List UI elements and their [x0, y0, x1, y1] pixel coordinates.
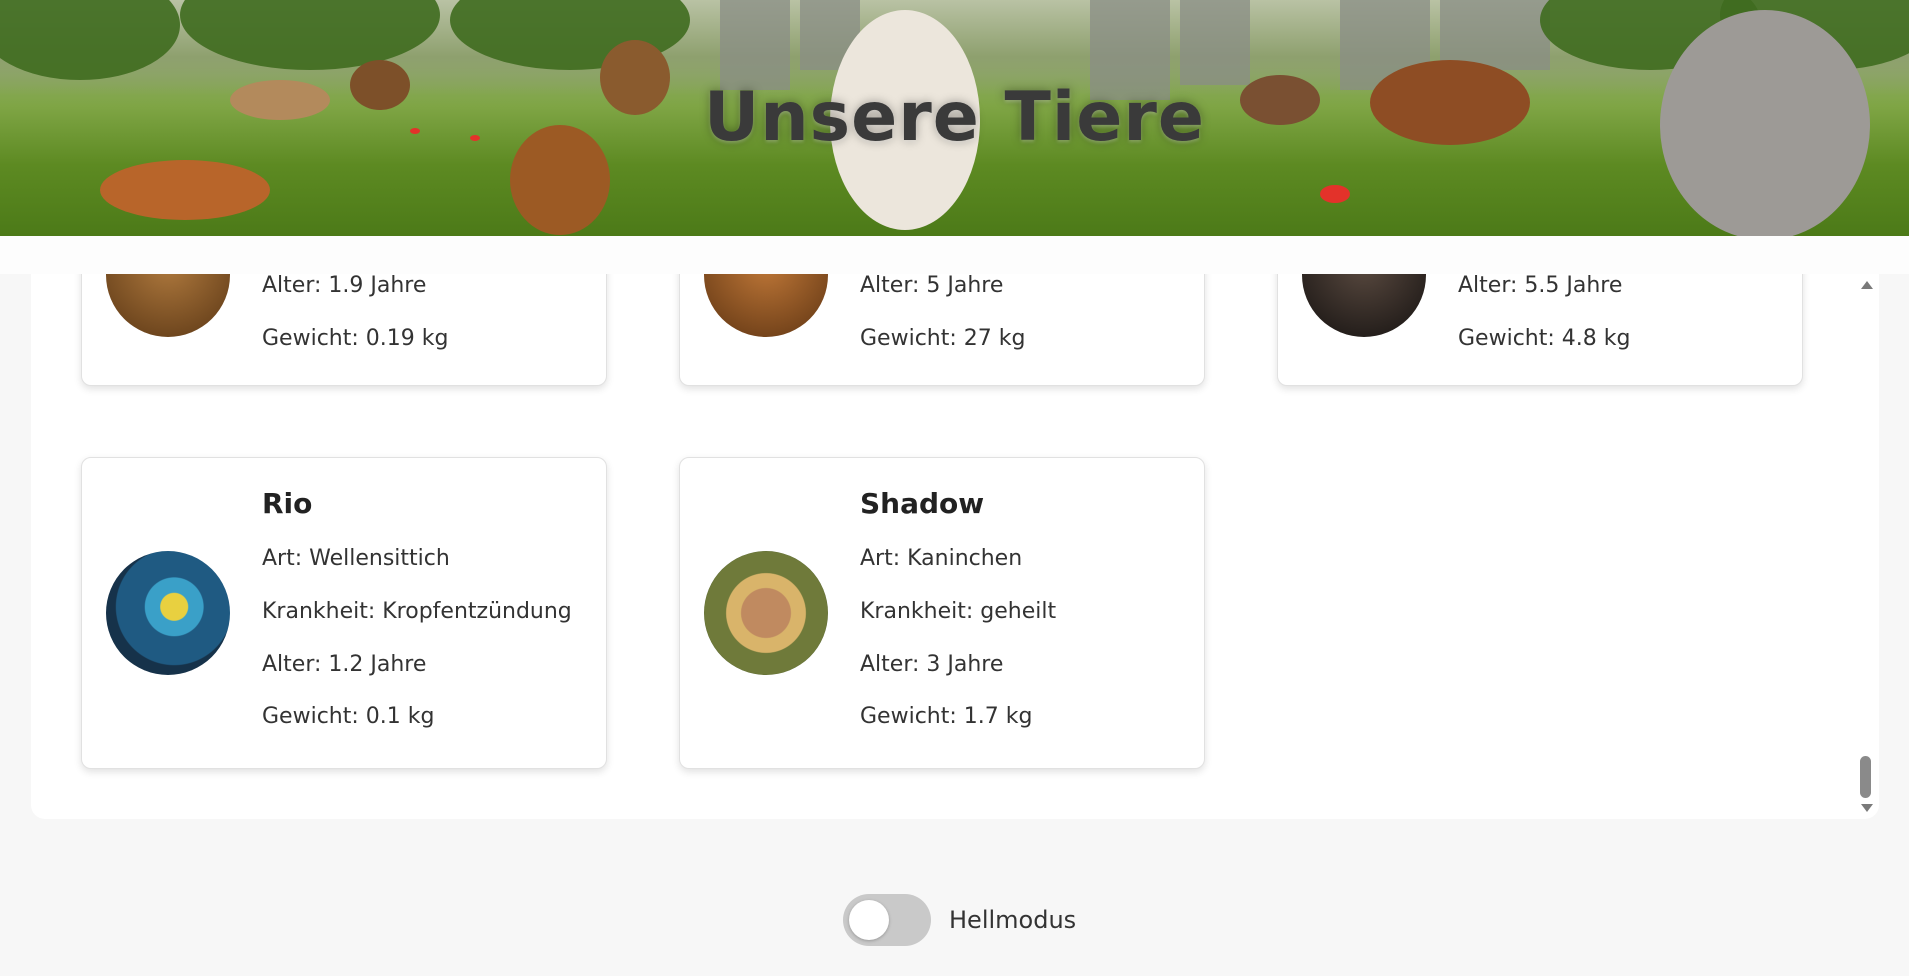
scroll-up-arrow-icon[interactable] [1861, 281, 1873, 289]
theme-toggle-label: Hellmodus [949, 906, 1077, 934]
animal-avatar [1302, 274, 1426, 337]
animal-age: Alter: 5.5 Jahre [1458, 274, 1623, 298]
list-scrollbar[interactable] [1855, 274, 1877, 819]
animal-age: Alter: 1.2 Jahre [262, 652, 427, 677]
animal-illness: Krankheit: geheilt [860, 599, 1057, 624]
animal-weight: Gewicht: 1.7 kg [860, 704, 1033, 729]
animal-name: Rio [262, 487, 313, 520]
header-band [0, 236, 1909, 274]
toggle-knob [849, 900, 889, 940]
animal-card[interactable]: Alter: 1.9 Jahre Gewicht: 0.19 kg [81, 274, 607, 386]
rabbit-avatar [704, 551, 828, 675]
animal-card[interactable]: Shadow Art: Kaninchen Krankheit: geheilt… [679, 457, 1205, 769]
scroll-down-arrow-icon[interactable] [1861, 804, 1873, 812]
animal-list[interactable]: Alter: 1.9 Jahre Gewicht: 0.19 kg Alter:… [31, 274, 1879, 819]
animal-card[interactable]: Alter: 5 Jahre Gewicht: 27 kg [679, 274, 1205, 386]
animal-weight: Gewicht: 27 kg [860, 326, 1026, 351]
animal-name: Shadow [860, 487, 985, 520]
animal-weight: Gewicht: 4.8 kg [1458, 326, 1631, 351]
theme-toggle-switch[interactable] [843, 894, 931, 946]
scrollbar-thumb[interactable] [1860, 756, 1871, 798]
banner-flower [1320, 185, 1350, 203]
animal-avatar [106, 274, 230, 337]
animal-age: Alter: 3 Jahre [860, 652, 1004, 677]
animal-age: Alter: 1.9 Jahre [262, 274, 427, 298]
animal-species: Art: Wellensittich [262, 546, 450, 571]
page-title: Unsere Tiere [703, 78, 1205, 157]
parakeet-avatar [106, 551, 230, 675]
animal-age: Alter: 5 Jahre [860, 274, 1004, 298]
animal-avatar [704, 274, 828, 337]
banner-building [720, 0, 790, 90]
animal-card[interactable]: Alter: 5.5 Jahre Gewicht: 4.8 kg [1277, 274, 1803, 386]
animal-species: Art: Kaninchen [860, 546, 1023, 571]
animal-card[interactable]: Rio Art: Wellensittich Krankheit: Kropfe… [81, 457, 607, 769]
theme-toggle-row: Hellmodus [843, 894, 1076, 946]
header-banner: Unsere Tiere [0, 0, 1909, 236]
banner-animal [100, 160, 270, 220]
animal-weight: Gewicht: 0.1 kg [262, 704, 435, 729]
animal-weight: Gewicht: 0.19 kg [262, 326, 449, 351]
animal-illness: Krankheit: Kropfentzündung [262, 599, 572, 624]
banner-building [1180, 0, 1250, 85]
